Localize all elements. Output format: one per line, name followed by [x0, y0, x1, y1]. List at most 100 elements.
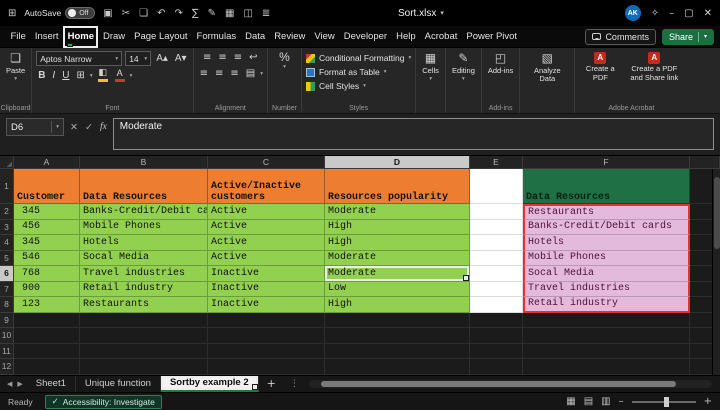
conditional-formatting-button[interactable]: Conditional Formatting ▾	[306, 51, 411, 65]
horizontal-scrollbar[interactable]	[309, 376, 712, 393]
cell-empty[interactable]	[208, 313, 325, 329]
horizontal-scrollbar-thumb[interactable]	[321, 381, 676, 387]
name-box[interactable]: D6 ▾	[6, 118, 64, 136]
cell-c8[interactable]: Inactive	[208, 297, 325, 313]
cell-a7[interactable]: 900	[14, 282, 80, 298]
page-break-view-icon[interactable]: ▥	[601, 396, 610, 407]
row-header-1[interactable]: 1	[0, 169, 14, 204]
row-header-2[interactable]: 2	[0, 204, 14, 220]
tab-page-layout[interactable]: Page Layout	[130, 26, 192, 48]
cell-c2[interactable]: Active	[208, 204, 325, 220]
cells-button[interactable]: ▦ Cells ▾	[420, 51, 441, 84]
cell-b1[interactable]: Data Resources	[80, 169, 208, 204]
cell-a4[interactable]: 345	[14, 235, 80, 251]
row-header-4[interactable]: 4	[0, 235, 14, 251]
zoom-slider-thumb[interactable]	[664, 397, 669, 407]
row-header-11[interactable]: 11	[0, 344, 14, 360]
cell-c3[interactable]: Active	[208, 220, 325, 236]
align-top-icon[interactable]: ≡	[201, 51, 213, 64]
tab-data[interactable]: Data	[241, 26, 270, 48]
row-header-7[interactable]: 7	[0, 282, 14, 298]
tab-power-pivot[interactable]: Power Pivot	[462, 26, 522, 48]
cancel-icon[interactable]: ✕	[70, 122, 78, 133]
undo-icon[interactable]: ↶	[157, 8, 165, 19]
tab-view[interactable]: View	[310, 26, 339, 48]
cell-empty[interactable]	[325, 313, 470, 329]
cell-empty[interactable]	[208, 328, 325, 344]
cell-f2[interactable]: Restaurants	[523, 204, 690, 220]
restore-button[interactable]: ▢	[684, 8, 693, 19]
enter-icon[interactable]: ✓	[85, 122, 93, 133]
cell-styles-button[interactable]: Cell Styles ▾	[306, 79, 366, 93]
draw-icon[interactable]: ✎	[208, 8, 216, 19]
bold-button[interactable]: B	[36, 69, 47, 82]
cell-empty[interactable]	[470, 359, 523, 375]
align-middle-icon[interactable]: ≡	[216, 51, 228, 64]
tab-insert[interactable]: Insert	[30, 26, 63, 48]
cell-d8[interactable]: High	[325, 297, 470, 313]
cell-empty[interactable]	[470, 328, 523, 344]
insert-function-icon[interactable]: fx	[100, 122, 107, 132]
cell-e6[interactable]	[470, 266, 523, 282]
cell-e4[interactable]	[470, 235, 523, 251]
row-header-10[interactable]: 10	[0, 328, 14, 344]
cell-f4[interactable]: Hotels	[523, 235, 690, 251]
table-icon[interactable]: ▦	[225, 8, 234, 19]
cell-d2[interactable]: Moderate	[325, 204, 470, 220]
paste-button[interactable]: ❏ Paste ▾	[4, 51, 27, 84]
tab-draw[interactable]: Draw	[98, 26, 129, 48]
sheet-tab-unique-function[interactable]: Unique function	[76, 376, 161, 393]
tab-review[interactable]: Review	[270, 26, 310, 48]
cut-icon[interactable]: ✂	[122, 8, 130, 19]
select-all-button[interactable]: ◢	[0, 156, 14, 169]
borders-button[interactable]: ⊞	[74, 69, 86, 82]
cell-empty[interactable]	[325, 328, 470, 344]
more-sheets-icon[interactable]: ⋮	[284, 376, 305, 393]
create-pdf-share-button[interactable]: A Create a PDF and Share link	[625, 51, 683, 83]
sheet-tab-sheet1[interactable]: Sheet1	[27, 376, 76, 393]
cell-e7[interactable]	[470, 282, 523, 298]
cell-b6[interactable]: Travel industries	[80, 266, 208, 282]
cell-empty[interactable]	[14, 313, 80, 329]
cell-c7[interactable]: Inactive	[208, 282, 325, 298]
font-size-select[interactable]: 14 ▾	[125, 51, 151, 66]
font-color-button[interactable]: A	[113, 69, 127, 82]
list-icon[interactable]: ≣	[262, 8, 270, 19]
cell-b7[interactable]: Retail industry	[80, 282, 208, 298]
column-header-d-selected[interactable]: D	[325, 156, 470, 169]
column-header-c[interactable]: C	[208, 156, 325, 169]
cell-c1[interactable]: Active/Inactive customers	[208, 169, 325, 204]
cell-empty[interactable]	[208, 344, 325, 360]
grow-font-button[interactable]: A▴	[154, 52, 170, 65]
autosave-toggle[interactable]: AutoSave Off	[24, 7, 95, 19]
format-as-table-button[interactable]: Format as Table ▾	[306, 65, 387, 79]
autosum-icon[interactable]: ∑	[192, 8, 199, 19]
cell-f6[interactable]: Socal Media	[523, 266, 690, 282]
next-sheet-icon[interactable]: ▶	[17, 380, 22, 388]
zoom-out-button[interactable]: –	[619, 396, 624, 407]
lightbulb-icon[interactable]: ✧	[651, 8, 659, 19]
minimize-button[interactable]: –	[669, 8, 674, 19]
align-right-icon[interactable]: ≡	[228, 67, 240, 80]
cell-b4[interactable]: Hotels	[80, 235, 208, 251]
active-cell-d6[interactable]: Moderate	[325, 266, 470, 282]
normal-view-icon[interactable]: ▦	[566, 396, 575, 407]
cell-empty[interactable]	[523, 313, 690, 329]
save-icon[interactable]: ▣	[103, 8, 112, 19]
cell-a3[interactable]: 456	[14, 220, 80, 236]
underline-button[interactable]: U	[60, 69, 71, 82]
formula-input[interactable]: Moderate	[113, 118, 714, 150]
row-header-6-selected[interactable]: 6	[0, 266, 14, 282]
column-header-a[interactable]: A	[14, 156, 80, 169]
cell-b8[interactable]: Restaurants	[80, 297, 208, 313]
cell-e2[interactable]	[470, 204, 523, 220]
cell-empty[interactable]	[470, 313, 523, 329]
cell-f5[interactable]: Mobile Phones	[523, 251, 690, 267]
row-header-3[interactable]: 3	[0, 220, 14, 236]
cell-d7[interactable]: Low	[325, 282, 470, 298]
vertical-scrollbar[interactable]	[712, 169, 720, 375]
comments-button[interactable]: Comments	[585, 29, 656, 45]
cell-a8[interactable]: 123	[14, 297, 80, 313]
cell-f8[interactable]: Retail industry	[523, 297, 690, 313]
copy-icon[interactable]: ❏	[139, 8, 148, 19]
